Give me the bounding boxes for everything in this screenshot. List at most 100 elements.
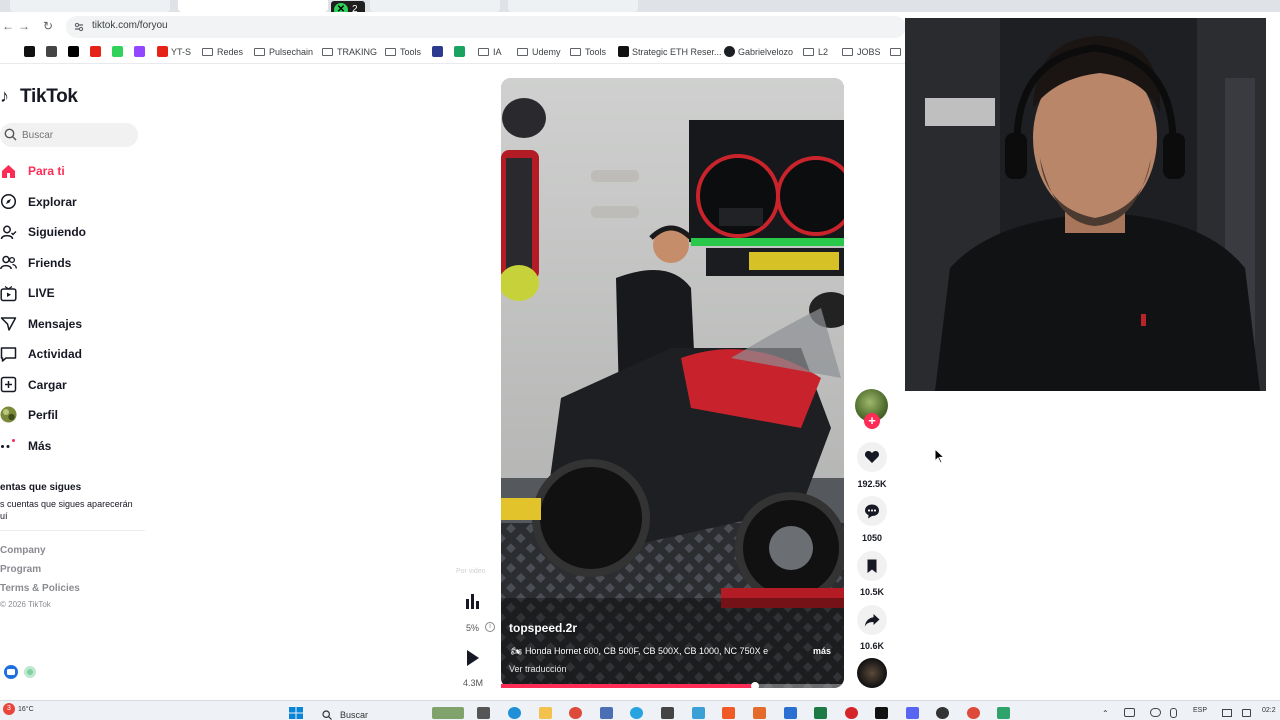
url-text[interactable]: tiktok.com/foryou — [92, 20, 168, 31]
weather-widget[interactable]: 16°C — [18, 706, 34, 713]
taskbar-edge-icon[interactable] — [508, 707, 521, 719]
sound-disc[interactable] — [857, 658, 887, 688]
nav-item-actividad[interactable]: Actividad — [28, 347, 82, 361]
taskbar-app-icon-2[interactable] — [692, 707, 705, 719]
info-icon[interactable]: i — [485, 622, 495, 632]
bookmark-kick-icon[interactable] — [112, 45, 126, 59]
bookmark-folder-udemy[interactable]: Udemy — [517, 45, 561, 59]
translate-link[interactable]: Ver traducción — [509, 664, 567, 674]
taskbar-search-icon[interactable] — [322, 710, 332, 720]
bookmark-strategic-eth[interactable]: Strategic ETH Reser... — [618, 45, 722, 59]
taskbar-excel-icon[interactable] — [814, 707, 827, 719]
tiktok-logo-icon[interactable]: ♪ — [0, 86, 18, 106]
save-button[interactable] — [857, 551, 887, 581]
taskbar-widget-image[interactable] — [432, 707, 464, 719]
video-frame — [501, 78, 844, 688]
play-icon[interactable] — [458, 645, 486, 671]
bottom-app-icons[interactable] — [2, 664, 38, 680]
forward-icon[interactable]: → — [16, 18, 32, 34]
nav-item-siguiendo[interactable]: Siguiendo — [28, 225, 86, 239]
notification-badge[interactable]: 3 — [3, 703, 15, 715]
friends-icon — [0, 255, 17, 270]
share-button[interactable] — [857, 605, 887, 635]
bookmark-yt-s[interactable]: YT-S — [157, 45, 191, 59]
taskbar-discord-icon[interactable] — [906, 707, 919, 719]
taskbar-app-icon-4[interactable] — [784, 707, 797, 719]
bookmark-x-icon[interactable] — [68, 45, 82, 59]
taskbar-chrome-icon-2[interactable] — [967, 707, 980, 719]
bookmark-folder-jobs[interactable]: JOBS — [842, 45, 881, 59]
nav-item-perfil[interactable]: Perfil — [28, 408, 58, 422]
nav-item-mensajes[interactable]: Mensajes — [28, 317, 82, 331]
tray-chevron-icon[interactable]: ⌃ — [1102, 709, 1109, 718]
bookmark-tiktok-icon[interactable] — [24, 45, 38, 59]
windows-start-icon[interactable] — [289, 707, 303, 719]
browser-tab[interactable] — [10, 0, 170, 12]
address-bar[interactable] — [66, 16, 906, 38]
nav-item-friends[interactable]: Friends — [28, 256, 71, 270]
bookmark-folder-more[interactable] — [890, 45, 905, 59]
stats-bars-icon[interactable] — [458, 589, 486, 615]
caption-more-link[interactable]: más — [813, 646, 831, 656]
taskbar-telegram-icon[interactable] — [630, 707, 643, 719]
tray-network-icon[interactable] — [1150, 708, 1161, 717]
footer-link-terms[interactable]: Terms & Policies — [0, 583, 80, 594]
nav-item-para-ti[interactable]: Para ti — [28, 164, 65, 178]
bookmark-twitch-icon[interactable] — [134, 45, 148, 59]
taskbar-task-view-icon[interactable] — [477, 707, 490, 719]
folder-icon — [517, 48, 528, 56]
video-player[interactable] — [501, 78, 844, 688]
bookmark-folder-tools[interactable]: Tools — [385, 45, 421, 59]
bookmark-folder-redes[interactable]: Redes — [202, 45, 243, 59]
browser-tab-active[interactable] — [178, 0, 328, 12]
footer-link-program[interactable]: Program — [0, 564, 41, 575]
taskbar-explorer-icon[interactable] — [539, 707, 552, 719]
browser-tab[interactable] — [508, 0, 638, 12]
back-icon[interactable]: ← — [0, 18, 16, 34]
footer-link-company[interactable]: Company — [0, 545, 46, 556]
tray-display-icon[interactable] — [1222, 709, 1232, 717]
taskbar-obs-icon[interactable] — [936, 707, 949, 719]
bookmark-icon — [867, 559, 877, 573]
language-indicator[interactable]: ESP — [1193, 707, 1207, 714]
taskbar-brave-icon[interactable] — [722, 707, 735, 719]
tray-app-icon[interactable] — [1124, 708, 1135, 717]
webcam-image — [905, 18, 1266, 391]
bookmark-folder-l2[interactable]: L2 — [803, 45, 828, 59]
taskbar-tiktok-icon[interactable] — [875, 707, 888, 719]
nav-item-live[interactable]: LIVE — [28, 286, 55, 300]
follow-plus-icon[interactable]: + — [864, 413, 880, 429]
nav-item-cargar[interactable]: Cargar — [28, 378, 67, 392]
taskbar-app-icon[interactable] — [600, 707, 613, 719]
taskbar-snipping-icon[interactable] — [661, 707, 674, 719]
bookmark-gmail-icon[interactable] — [46, 45, 60, 59]
bookmark-youtube-icon[interactable] — [90, 45, 104, 59]
bookmark-folder-ia[interactable]: IA — [478, 45, 502, 59]
search-input[interactable] — [22, 127, 132, 143]
bookmark-folder-pulsechain[interactable]: Pulsechain — [254, 45, 313, 59]
video-progress-handle[interactable] — [750, 682, 759, 690]
site-settings-icon[interactable] — [73, 21, 85, 33]
tray-mic-icon[interactable] — [1170, 708, 1177, 718]
taskbar-search[interactable]: Buscar — [340, 710, 368, 720]
comment-button[interactable] — [857, 496, 887, 526]
tray-volume-icon[interactable] — [1242, 709, 1251, 717]
taskbar-app-icon-3[interactable] — [753, 707, 766, 719]
bookmark-icon-green[interactable] — [454, 45, 468, 59]
browser-tab[interactable] — [370, 0, 500, 12]
bookmark-github[interactable]: Gabrielvelozо — [724, 45, 793, 59]
tiktok-logo[interactable]: TikTok — [20, 86, 78, 108]
reload-icon[interactable]: ↻ — [40, 18, 56, 34]
nav-item-mas[interactable]: Más — [28, 439, 51, 453]
nav-item-explorar[interactable]: Explorar — [28, 195, 77, 209]
taskbar-opera-icon[interactable] — [845, 707, 858, 719]
bookmark-icon-blue[interactable] — [432, 45, 446, 59]
bookmark-folder-traking[interactable]: TRAKING — [322, 45, 377, 59]
bookmark-folder-tools-2[interactable]: Tools — [570, 45, 606, 59]
video-author[interactable]: topspeed.2r — [509, 621, 577, 635]
like-button[interactable] — [857, 442, 887, 472]
profile-icon — [0, 406, 17, 423]
taskbar-clock[interactable]: 02:2 — [1262, 707, 1276, 714]
taskbar-chrome-icon[interactable] — [569, 707, 582, 719]
taskbar-app-icon-5[interactable] — [997, 707, 1010, 719]
